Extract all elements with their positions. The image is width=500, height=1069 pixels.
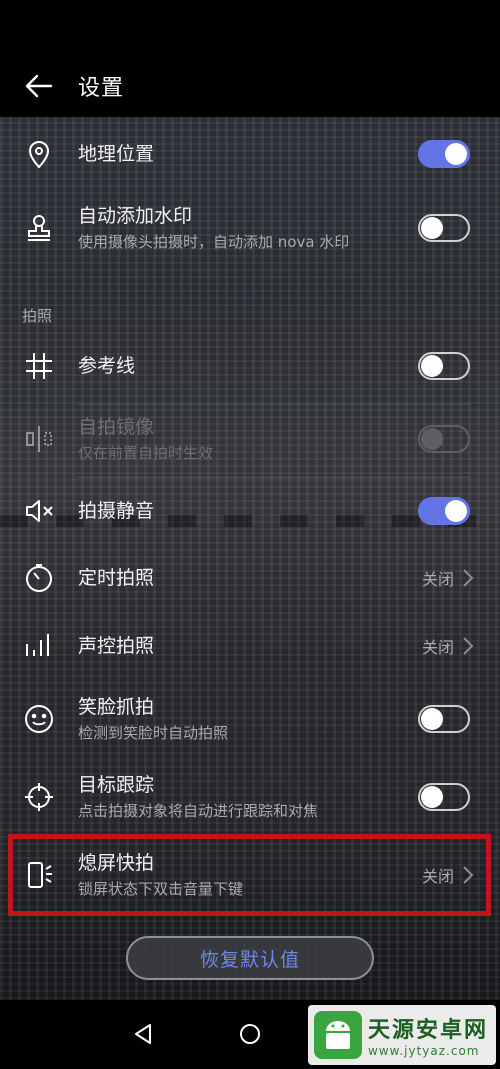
section-header-photo: 拍照 — [22, 307, 53, 325]
timer-icon — [26, 564, 52, 592]
stamp-icon — [28, 215, 50, 241]
chevron-right-icon — [463, 637, 474, 655]
setting-description: 仅在前置自拍时生效 — [78, 444, 214, 462]
app-header: 设置 — [0, 55, 500, 117]
setting-description: 点击拍摄对象将自动进行跟踪和对焦 — [78, 802, 319, 820]
setting-grid-lines[interactable]: 参考线 — [0, 337, 500, 395]
setting-auto-watermark[interactable]: 自动添加水印 使用摄像头拍摄时，自动添加 nova 水印 — [0, 195, 500, 261]
triangle-back-icon — [135, 1024, 151, 1044]
setting-selfie-mirror: 自拍镜像 仅在前置自拍时生效 — [0, 406, 500, 472]
timer-value: 关闭 — [422, 566, 474, 590]
setting-label: 笑脸抓拍 — [78, 696, 155, 718]
site-watermark: 天源安卓网 www.jytyaz.com — [307, 1005, 496, 1065]
highlight-box — [8, 834, 491, 916]
setting-label: 地理位置 — [78, 143, 155, 165]
restore-label: 恢复默认值 — [199, 948, 300, 971]
nav-back-button[interactable] — [123, 1014, 163, 1054]
location-toggle[interactable] — [418, 140, 470, 168]
setting-label: 声控拍照 — [78, 635, 155, 657]
chevron-right-icon — [463, 569, 474, 587]
setting-label: 目标跟踪 — [78, 774, 155, 796]
crosshair-icon — [25, 783, 53, 811]
speaker-mute-icon — [26, 500, 53, 522]
setting-label: 拍摄静音 — [78, 500, 155, 522]
grid-toggle[interactable] — [418, 352, 470, 380]
grid-icon — [26, 353, 52, 379]
setting-object-tracking[interactable]: 目标跟踪 点击拍摄对象将自动进行跟踪和对焦 — [0, 764, 500, 830]
smile-icon — [25, 705, 53, 733]
setting-description: 使用摄像头拍摄时，自动添加 nova 水印 — [78, 233, 350, 251]
watermark-toggle[interactable] — [418, 214, 470, 242]
setting-shutter-mute[interactable]: 拍摄静音 — [0, 482, 500, 540]
selfie-mirror-toggle — [418, 425, 470, 453]
value-text: 关闭 — [421, 570, 454, 589]
tracking-toggle[interactable] — [418, 783, 470, 811]
watermark-url: www.jytyaz.com — [367, 1044, 480, 1058]
voice-value: 关闭 — [422, 634, 474, 658]
setting-label: 自动添加水印 — [78, 205, 193, 227]
mirror-icon — [26, 426, 52, 452]
setting-label: 参考线 — [78, 355, 136, 377]
divider — [78, 404, 470, 405]
divider — [78, 477, 470, 478]
setting-description: 检测到笑脸时自动拍照 — [78, 724, 229, 742]
arrow-left-icon — [25, 74, 53, 98]
back-button[interactable] — [0, 55, 78, 117]
android-logo-icon — [313, 1011, 362, 1059]
nav-home-button[interactable] — [230, 1014, 270, 1054]
setting-label: 自拍镜像 — [78, 416, 155, 438]
location-pin-icon — [28, 141, 50, 169]
smile-toggle[interactable] — [418, 705, 470, 733]
setting-timer[interactable]: 定时拍照 关闭 — [0, 549, 500, 607]
page-title: 设置 — [78, 76, 125, 101]
value-text: 关闭 — [421, 638, 454, 657]
circle-home-icon — [240, 1024, 260, 1044]
watermark-title: 天源安卓网 — [367, 1018, 488, 1043]
setting-smile-capture[interactable]: 笑脸抓拍 检测到笑脸时自动拍照 — [0, 686, 500, 752]
setting-voice-control[interactable]: 声控拍照 关闭 — [0, 617, 500, 675]
restore-defaults-button[interactable]: 恢复默认值 — [126, 936, 374, 980]
setting-location[interactable]: 地理位置 — [0, 125, 500, 183]
status-bar — [0, 0, 500, 55]
sound-bars-icon — [26, 634, 49, 656]
mute-toggle[interactable] — [418, 497, 470, 525]
setting-label: 定时拍照 — [78, 567, 155, 589]
